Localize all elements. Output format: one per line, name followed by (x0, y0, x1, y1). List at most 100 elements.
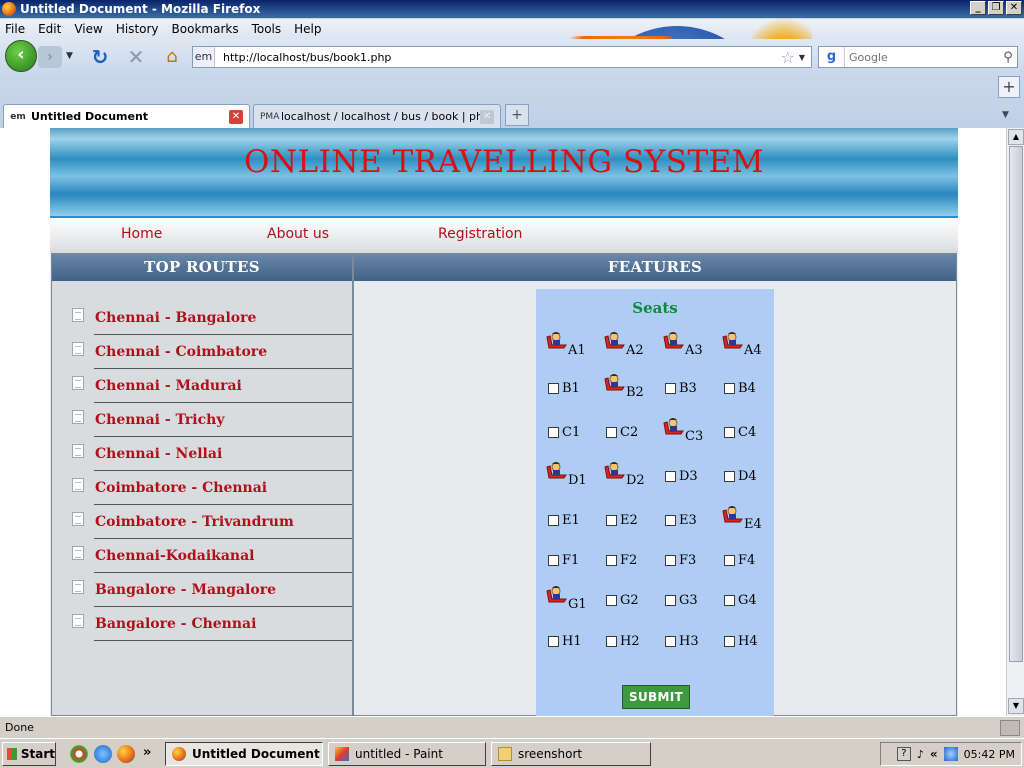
seat-checkbox[interactable] (724, 555, 735, 566)
route-link[interactable]: Chennai - Trichy (95, 412, 224, 428)
scroll-up-arrow-icon[interactable]: ▲ (1008, 129, 1024, 145)
route-link[interactable]: Coimbatore - Trivandrum (95, 514, 294, 530)
seat-checkbox[interactable] (665, 595, 676, 606)
seat-f1[interactable]: F1 (536, 549, 594, 575)
seat-checkbox[interactable] (606, 515, 617, 526)
home-icon[interactable]: ⌂ (160, 45, 184, 69)
seat-b4[interactable]: B4 (712, 377, 770, 403)
vertical-scrollbar[interactable]: ▲ ▼ (1006, 128, 1024, 716)
seat-h1[interactable]: H1 (536, 630, 594, 656)
nav-about-us[interactable]: About us (267, 226, 329, 242)
tab-untitled-document[interactable]: em Untitled Document ✕ (3, 104, 250, 128)
seat-e1[interactable]: E1 (536, 509, 594, 535)
seat-g3[interactable]: G3 (653, 589, 711, 615)
seat-checkbox[interactable] (724, 636, 735, 647)
seat-d3[interactable]: D3 (653, 465, 711, 491)
seat-f3[interactable]: F3 (653, 549, 711, 575)
google-icon[interactable]: g (819, 47, 845, 67)
scrollbar-thumb[interactable] (1009, 146, 1023, 662)
seat-b1[interactable]: B1 (536, 377, 594, 403)
help-icon[interactable]: ? (896, 747, 911, 761)
tab-close-icon[interactable]: ✕ (480, 109, 494, 124)
minimize-button[interactable]: _ (970, 1, 986, 15)
menu-tools[interactable]: Tools (252, 22, 282, 36)
tab-list-dropdown-icon[interactable]: ▼ (1002, 110, 1009, 120)
search-input[interactable] (849, 50, 999, 64)
seat-e2[interactable]: E2 (594, 509, 652, 535)
seat-checkbox[interactable] (724, 471, 735, 482)
seat-h2[interactable]: H2 (594, 630, 652, 656)
seat-g2[interactable]: G2 (594, 589, 652, 615)
search-bar[interactable]: g ⚲ (818, 46, 1018, 68)
forward-button[interactable]: › (38, 46, 62, 68)
url-dropdown-icon[interactable]: ▼ (799, 53, 805, 62)
route-link[interactable]: Chennai - Nellai (95, 446, 222, 462)
start-button[interactable]: Start (2, 742, 56, 766)
seat-checkbox[interactable] (606, 595, 617, 606)
seat-c1[interactable]: C1 (536, 421, 594, 447)
back-button[interactable]: ‹ (5, 40, 37, 72)
route-link[interactable]: Bangalore - Chennai (95, 616, 256, 632)
add-toolbar-button[interactable]: + (998, 76, 1020, 98)
submit-button[interactable]: SUBMIT (622, 685, 690, 709)
seat-checkbox[interactable] (665, 555, 676, 566)
chrome-icon[interactable] (70, 745, 88, 763)
seat-checkbox[interactable] (548, 555, 559, 566)
url-text[interactable]: http://localhost/bus/book1.php (223, 51, 781, 64)
bookmark-star-icon[interactable]: ☆ (781, 48, 795, 67)
taskbar-firefox-button[interactable]: Untitled Document - ... (165, 742, 323, 766)
route-link[interactable]: Chennai-Kodaikanal (95, 548, 255, 564)
seat-h3[interactable]: H3 (653, 630, 711, 656)
seat-e3[interactable]: E3 (653, 509, 711, 535)
history-dropdown-icon[interactable]: ▼ (66, 51, 73, 61)
nav-home[interactable]: Home (121, 226, 162, 242)
menu-bookmarks[interactable]: Bookmarks (172, 22, 239, 36)
seat-checkbox[interactable] (548, 636, 559, 647)
scroll-down-arrow-icon[interactable]: ▼ (1008, 698, 1024, 714)
nav-registration[interactable]: Registration (438, 226, 522, 242)
url-bar[interactable]: em http://localhost/bus/book1.php ☆ ▼ (192, 46, 812, 68)
seat-checkbox[interactable] (606, 555, 617, 566)
search-icon[interactable]: ⚲ (999, 50, 1017, 65)
route-link[interactable]: Bangalore - Mangalore (95, 582, 276, 598)
seat-checkbox[interactable] (548, 383, 559, 394)
menu-edit[interactable]: Edit (38, 22, 61, 36)
stop-icon[interactable]: ✕ (124, 45, 148, 69)
seat-d4[interactable]: D4 (712, 465, 770, 491)
route-link[interactable]: Chennai - Bangalore (95, 310, 256, 326)
volume-icon[interactable]: ♪ (917, 748, 924, 761)
reload-icon[interactable]: ↻ (88, 45, 112, 69)
taskbar-folder-button[interactable]: sreenshort (491, 742, 651, 766)
tab-phpmyadmin[interactable]: PMA localhost / localhost / bus / book |… (253, 104, 501, 128)
seat-checkbox[interactable] (724, 383, 735, 394)
seat-g4[interactable]: G4 (712, 589, 770, 615)
network-icon[interactable] (943, 747, 958, 761)
seat-checkbox[interactable] (724, 427, 735, 438)
site-identity-icon[interactable]: em (193, 47, 215, 67)
menu-view[interactable]: View (74, 22, 102, 36)
restore-button[interactable]: ❐ (988, 1, 1004, 15)
seat-c2[interactable]: C2 (594, 421, 652, 447)
seat-checkbox[interactable] (548, 515, 559, 526)
seat-checkbox[interactable] (606, 427, 617, 438)
seat-f2[interactable]: F2 (594, 549, 652, 575)
taskbar-paint-button[interactable]: untitled - Paint (328, 742, 486, 766)
seat-checkbox[interactable] (548, 427, 559, 438)
seat-checkbox[interactable] (665, 636, 676, 647)
seat-c4[interactable]: C4 (712, 421, 770, 447)
route-link[interactable]: Chennai - Coimbatore (95, 344, 267, 360)
menu-history[interactable]: History (116, 22, 159, 36)
tab-close-icon[interactable]: ✕ (229, 109, 243, 124)
tray-collapse-icon[interactable]: « (930, 747, 938, 761)
close-window-button[interactable]: ✕ (1006, 1, 1022, 15)
seat-checkbox[interactable] (665, 383, 676, 394)
route-link[interactable]: Chennai - Madurai (95, 378, 242, 394)
seat-f4[interactable]: F4 (712, 549, 770, 575)
seat-checkbox[interactable] (665, 471, 676, 482)
quicklaunch-overflow-icon[interactable]: » (143, 745, 151, 760)
seat-b3[interactable]: B3 (653, 377, 711, 403)
new-tab-button[interactable]: + (505, 104, 529, 126)
internet-explorer-icon[interactable] (94, 745, 112, 763)
firefox-quicklaunch-icon[interactable] (117, 745, 135, 763)
route-link[interactable]: Coimbatore - Chennai (95, 480, 267, 496)
